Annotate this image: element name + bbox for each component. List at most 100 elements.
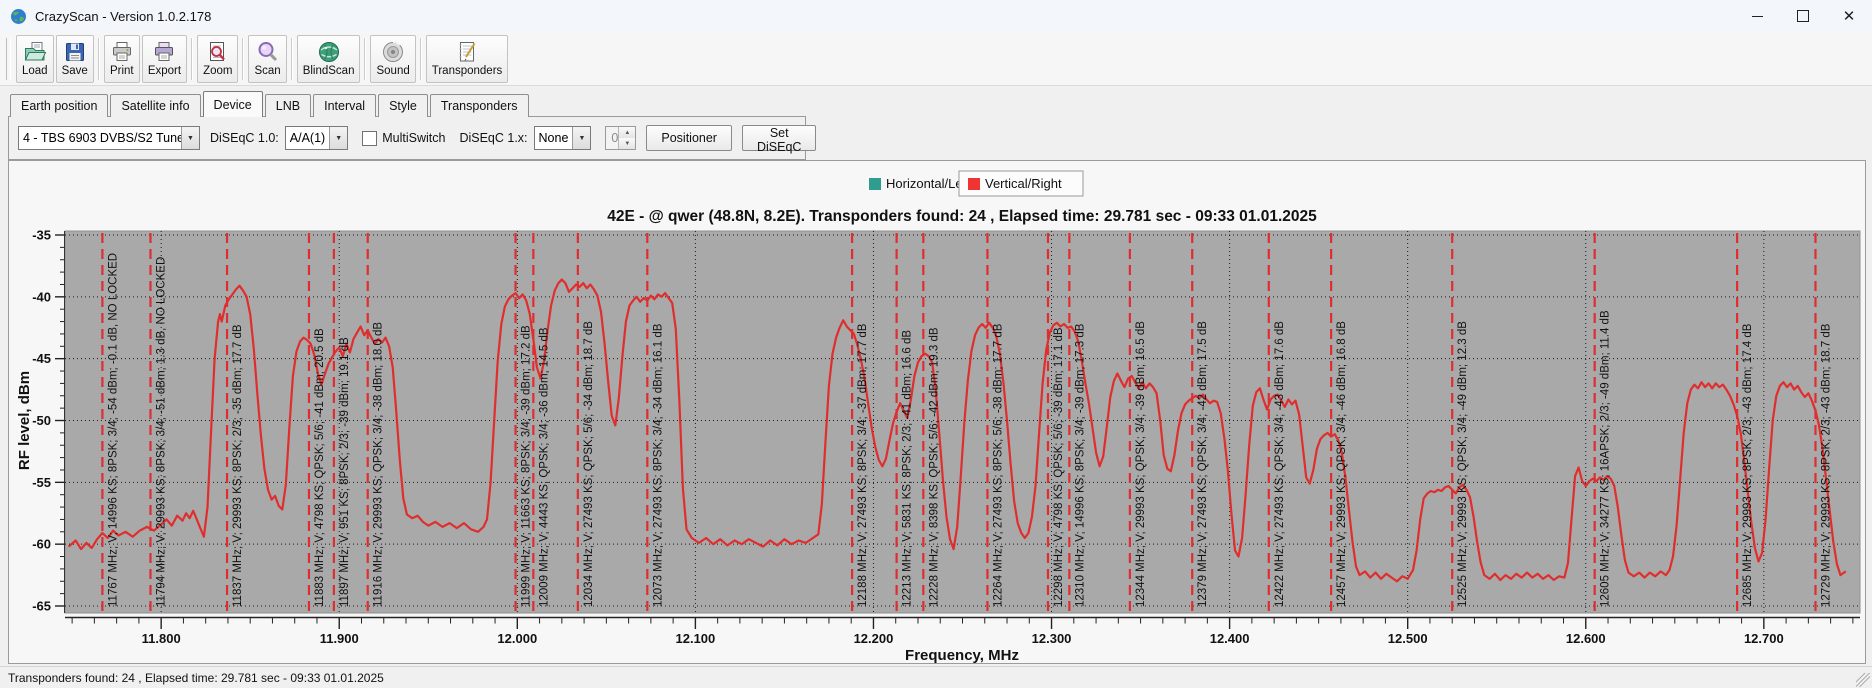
toolbar-separator: [364, 37, 367, 80]
toolbar-button-label: Load: [22, 65, 48, 77]
transponder-label: 11794 MHz; V; 29993 KS; 8PSK; 3/4; -51 d…: [155, 257, 167, 607]
chevron-down-icon[interactable]: ▼: [329, 127, 348, 149]
transponder-label: 12344 MHz; V; 29993 KS; QPSK; 3/4; -39 d…: [1135, 321, 1147, 607]
position-spinner[interactable]: 0 ▲ ▼: [605, 126, 637, 150]
folder-open-icon: [24, 42, 47, 61]
toolbar-grip[interactable]: [6, 37, 11, 80]
legend-item-vertical-right[interactable]: Vertical/Right: [958, 170, 1084, 197]
title-bar: CrazyScan - Version 1.0.2.178 ✕: [0, 0, 1872, 32]
legend-label: Horizontal/Left: [886, 176, 970, 191]
device-panel: 4 - TBS 6903 DVBS/S2 Tuner 0 ▼ DiSEqC 1.…: [8, 120, 817, 156]
spinner-arrows-icon[interactable]: ▲ ▼: [618, 127, 636, 149]
transponder-label: 11916 MHz; V; 29993 KS; QPSK; 3/4; -38 d…: [373, 322, 385, 607]
save-button[interactable]: Save: [55, 34, 94, 83]
checkbox-icon: [362, 130, 378, 146]
zoom-doc-icon: [209, 42, 225, 61]
spectrum-chart[interactable]: Horizontal/Left Vertical/Right 42E - @ qwe…: [9, 161, 1865, 663]
tab-interval[interactable]: Interval: [313, 94, 377, 117]
load-button[interactable]: Load: [16, 34, 54, 83]
sound-button[interactable]: Sound: [370, 34, 416, 83]
tab-satellite-info[interactable]: Satellite info: [110, 94, 201, 117]
y-tick-label: -65: [32, 599, 51, 614]
close-button[interactable]: ✕: [1826, 0, 1872, 32]
maximize-button[interactable]: [1780, 0, 1826, 32]
status-bar: Transponders found: 24 , Elapsed time: 2…: [0, 666, 1872, 688]
toolbar-button-label: Export: [147, 65, 182, 77]
resize-grip-icon[interactable]: [1856, 673, 1870, 687]
maximize-icon: [1797, 10, 1809, 22]
toolbar-separator: [191, 37, 194, 80]
legend-label: Vertical/Right: [985, 176, 1062, 191]
tab-lnb[interactable]: LNB: [264, 94, 312, 117]
set-diseqc-button[interactable]: Set DiSEqC: [741, 125, 817, 154]
toolbar-separator: [242, 37, 245, 80]
close-icon: ✕: [1842, 8, 1856, 25]
toolbar-button-label: Zoom: [203, 65, 233, 77]
diseqc1x-select-value: None: [538, 131, 569, 145]
notebook-icon: [459, 42, 476, 62]
tab-style[interactable]: Style: [378, 94, 428, 117]
legend-swatch: [869, 178, 881, 190]
chart-panel: Horizontal/Left Vertical/Right 42E - @ qwe…: [8, 160, 1866, 664]
tab-earth-position[interactable]: Earth position: [10, 94, 109, 117]
x-tick-label: 12.100: [676, 631, 716, 646]
transponder-label: 12685 MHz; V; 29993 KS; 8PSK; 2/3; -43 d…: [1742, 323, 1754, 607]
x-tick-label: 11.800: [142, 631, 181, 646]
multiswitch-checkbox[interactable]: MultiSwitch: [362, 130, 446, 146]
chevron-down-icon[interactable]: ▼: [572, 127, 591, 149]
diseqc1x-label: DiSEqC 1.x:: [459, 131, 528, 145]
toolbar-button-label: Scan: [254, 65, 281, 77]
export-button[interactable]: Export: [141, 34, 188, 83]
toolbar-button-label: BlindScan: [302, 65, 355, 77]
y-tick-label: -40: [32, 289, 51, 304]
zoom-button[interactable]: Zoom: [197, 34, 239, 83]
chevron-down-icon[interactable]: ▼: [181, 127, 199, 149]
positioner-button[interactable]: Positioner: [646, 125, 732, 151]
blindscan-button[interactable]: BlindScan: [296, 34, 361, 83]
multiswitch-label: MultiSwitch: [382, 131, 446, 145]
window-title: CrazyScan - Version 1.0.2.178: [35, 8, 212, 24]
tab-transponders[interactable]: Transponders: [429, 94, 529, 117]
globe-scan-icon: [318, 42, 339, 62]
transponder-label: 11883 MHz; V; 4798 KS; QPSK; 5/6; -41 dB…: [314, 328, 326, 607]
position-spinner-value: 0: [611, 131, 619, 145]
export-icon: [155, 42, 174, 61]
transponder-label: 12213 MHz; V; 5831 KS; 8PSK; 2/3; -41 dB…: [902, 330, 914, 607]
transponder-label: 11837 MHz; V; 29993 KS; 8PSK; 2/3; -35 d…: [232, 324, 244, 607]
status-text: Transponders found: 24 , Elapsed time: 2…: [8, 671, 384, 685]
scan-button[interactable]: Scan: [248, 34, 287, 83]
y-tick-label: -60: [32, 537, 51, 552]
toolbar-separator: [97, 37, 100, 80]
y-tick-label: -50: [32, 413, 51, 428]
tuner-select[interactable]: 4 - TBS 6903 DVBS/S2 Tuner 0 ▼: [18, 126, 200, 150]
print-button[interactable]: Print: [103, 34, 140, 83]
x-tick-label: 12.600: [1566, 631, 1606, 646]
x-tick-label: 12.200: [854, 631, 894, 646]
printer-icon: [112, 42, 131, 61]
transponder-label: 11999 MHz; V; 11663 KS; 8PSK; 3/4; -39 d…: [521, 325, 533, 607]
transponder-label: 12457 MHz; V; 29993 KS; QPSK; 3/4; -46 d…: [1336, 321, 1348, 607]
magnifier-icon: [258, 42, 277, 62]
diseqc1x-select[interactable]: None ▼: [533, 126, 592, 150]
app-globe-icon: [11, 8, 26, 24]
x-tick-label: 12.400: [1210, 631, 1250, 646]
tab-device[interactable]: Device: [202, 91, 263, 117]
diseqc10-select-value: A/A(1): [289, 131, 326, 145]
x-tick-label: 11.900: [320, 631, 359, 646]
transponder-label: 12310 MHz; V; 14996 KS; 8PSK; 3/4; -39 d…: [1074, 323, 1086, 607]
legend-item-horizontal-left[interactable]: Horizontal/Left: [869, 176, 970, 191]
toolbar-button-label: Print: [109, 65, 134, 77]
transponder-label: 12034 MHz; V; 27493 KS; QPSK; 5/6; -34 d…: [583, 321, 595, 607]
transponder-label: 12073 MHz; V; 27493 KS; 8PSK; 3/4; -34 d…: [652, 323, 664, 607]
transponder-label: 12379 MHz; V; 27493 KS; QPSK; 3/4; -42 d…: [1197, 321, 1209, 607]
toolbar-separator: [419, 37, 422, 80]
transponder-label: 12228 MHz; V; 8398 KS; QPSK; 5/6; -42 dB…: [928, 327, 940, 607]
minimize-button[interactable]: [1734, 0, 1780, 32]
transponder-label: 12525 MHz; V; 29993 KS; QPSK; 3/4; -49 d…: [1457, 321, 1469, 607]
tuner-select-value: 4 - TBS 6903 DVBS/S2 Tuner 0: [23, 131, 181, 145]
diseqc10-select[interactable]: A/A(1) ▼: [284, 126, 349, 150]
x-tick-label: 12.500: [1388, 631, 1428, 646]
transponder-label: 12729 MHz; V; 29993 KS; 8PSK; 2/3; -43 d…: [1820, 323, 1832, 607]
transponder-label: 12009 MHz; V; 4443 KS; QPSK; 3/4; -36 dB…: [538, 327, 550, 607]
transponders-button[interactable]: Transponders: [425, 34, 509, 83]
